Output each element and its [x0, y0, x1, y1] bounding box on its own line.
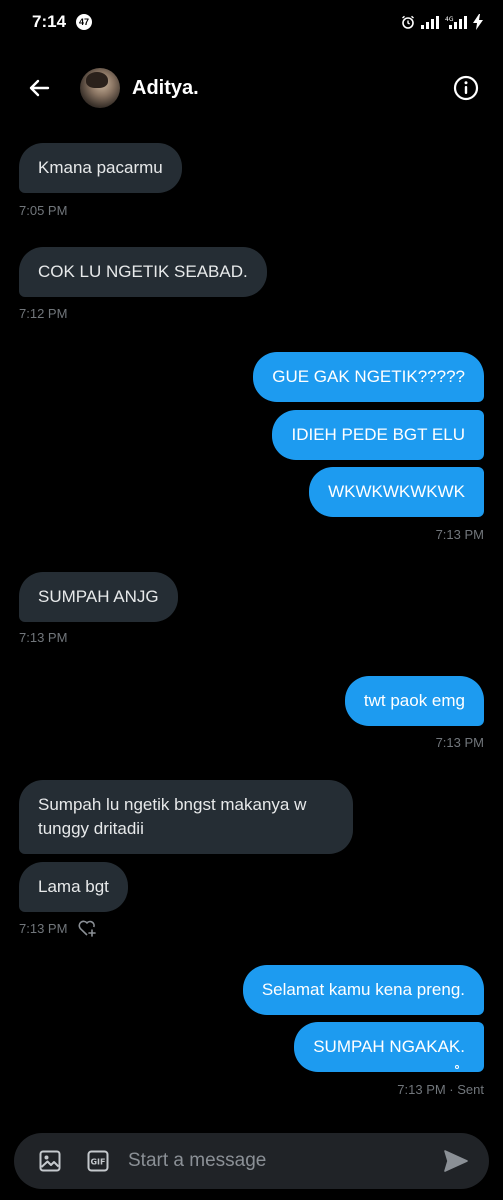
signal-4g-icon: 4G: [445, 16, 467, 29]
message-bubble-outgoing[interactable]: twt paok emg: [344, 676, 484, 726]
send-icon: [444, 1150, 468, 1172]
message-timestamp: 7:13 PM: [435, 735, 484, 750]
status-time: 7:14: [32, 12, 67, 31]
image-icon: [39, 1150, 61, 1172]
contact-avatar[interactable]: [80, 68, 120, 108]
add-gif-button[interactable]: GIF: [84, 1147, 112, 1175]
message-bubble-outgoing[interactable]: IDIEH PEDE BGT ELU: [272, 410, 484, 460]
conversation-info-button[interactable]: [451, 73, 481, 103]
message-bubble-incoming[interactable]: SUMPAH ANJG: [19, 572, 178, 622]
svg-text:4G: 4G: [445, 16, 454, 23]
contact-name[interactable]: Aditya.: [132, 77, 199, 100]
message-timestamp-sent: 7:13 PM · Sent: [397, 1082, 484, 1097]
status-icons: 4G: [401, 14, 483, 30]
message-timestamp: 7:13 PM: [19, 630, 68, 645]
message-input[interactable]: [126, 1149, 439, 1173]
gif-label: GIF: [90, 1158, 105, 1167]
message-bubble-incoming[interactable]: Sumpah lu ngetik bngst makanya w tunggy …: [19, 780, 353, 854]
message-timestamp: 7:13 PM: [19, 921, 68, 936]
add-image-button[interactable]: [36, 1147, 64, 1175]
message-bubble-outgoing[interactable]: GUE GAK NGETIK?????: [253, 352, 484, 402]
message-bubble-incoming[interactable]: COK LU NGETIK SEABAD.: [19, 247, 267, 297]
gif-icon: GIF: [87, 1150, 109, 1172]
message-bubble-outgoing[interactable]: WKWKWKWKWK: [309, 467, 484, 517]
status-bar: 7:14 47 4G: [0, 0, 503, 44]
message-timestamp: 7:13 PM: [435, 527, 484, 542]
notification-badge: 47: [76, 14, 93, 30]
conversation-header: Aditya.: [0, 58, 503, 118]
message-bubble-incoming[interactable]: Kmana pacarmu: [19, 143, 182, 193]
battery-charging-icon: [473, 14, 483, 30]
message-composer: GIF: [14, 1133, 489, 1189]
arrow-left-icon: [29, 79, 50, 97]
signal-icon: [421, 15, 439, 29]
heart-plus-icon[interactable]: [77, 918, 97, 938]
cursor-dot: [455, 1065, 459, 1069]
message-timestamp: 7:05 PM: [19, 203, 68, 218]
info-circle-icon: [453, 75, 479, 101]
send-button[interactable]: [439, 1144, 473, 1178]
message-timestamp: 7:12 PM: [19, 306, 68, 321]
message-bubble-outgoing[interactable]: Selamat kamu kena preng.: [242, 965, 484, 1015]
back-button[interactable]: [24, 73, 54, 103]
alarm-icon: [402, 15, 414, 29]
message-bubble-incoming[interactable]: Lama bgt: [19, 862, 128, 912]
dm-conversation-screen: 7:14 47 4G Aditya. Kmana pacarmu 7:05 PM…: [0, 0, 503, 1200]
